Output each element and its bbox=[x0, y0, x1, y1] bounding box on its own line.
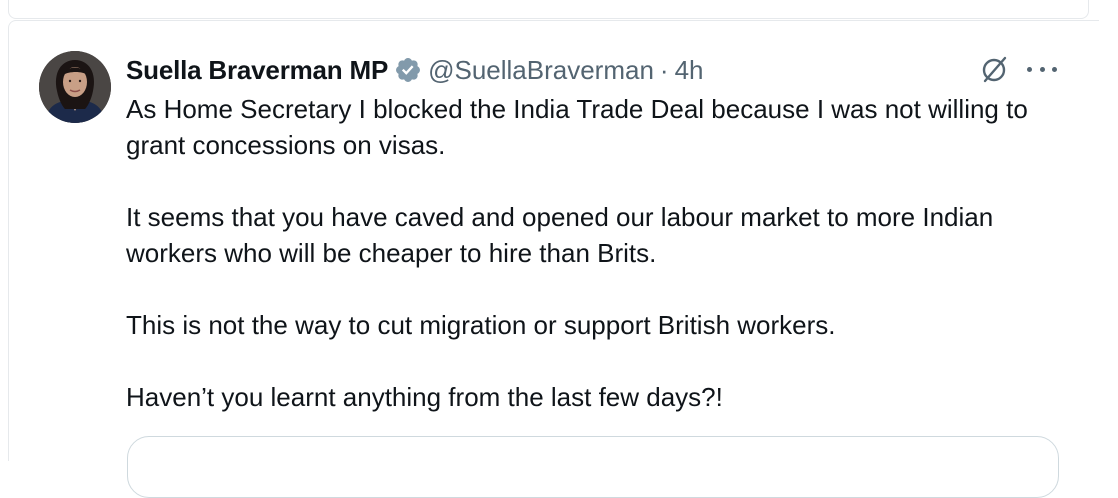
separator-dot: · bbox=[659, 54, 669, 85]
tweet-timestamp[interactable]: 4h bbox=[675, 55, 704, 86]
tweet-paragraph: This is not the way to cut migration or … bbox=[126, 310, 836, 340]
previous-card-edge bbox=[8, 0, 1089, 19]
verified-badge-icon bbox=[394, 56, 422, 84]
tweet-card[interactable]: Suella Braverman MP @SuellaBraverman · 4… bbox=[8, 20, 1099, 498]
tweet-paragraph: It seems that you have caved and opened … bbox=[126, 202, 994, 268]
author-handle[interactable]: @SuellaBraverman bbox=[428, 55, 654, 86]
tweet-paragraph: As Home Secretary I blocked the India Tr… bbox=[126, 94, 1028, 160]
embedded-card[interactable] bbox=[127, 436, 1059, 498]
tweet-paragraph: Haven’t you learnt anything from the las… bbox=[126, 382, 723, 412]
tweet-header: Suella Braverman MP @SuellaBraverman · 4… bbox=[126, 52, 704, 88]
tweet-text: As Home Secretary I blocked the India Tr… bbox=[126, 91, 1066, 415]
author-display-name[interactable]: Suella Braverman MP bbox=[126, 55, 388, 86]
more-options-icon[interactable] bbox=[1027, 57, 1057, 81]
more-dot bbox=[1052, 66, 1057, 72]
more-dot bbox=[1027, 66, 1032, 72]
avatar[interactable] bbox=[39, 51, 111, 123]
more-dot bbox=[1039, 66, 1045, 72]
grok-icon[interactable] bbox=[979, 54, 1009, 84]
